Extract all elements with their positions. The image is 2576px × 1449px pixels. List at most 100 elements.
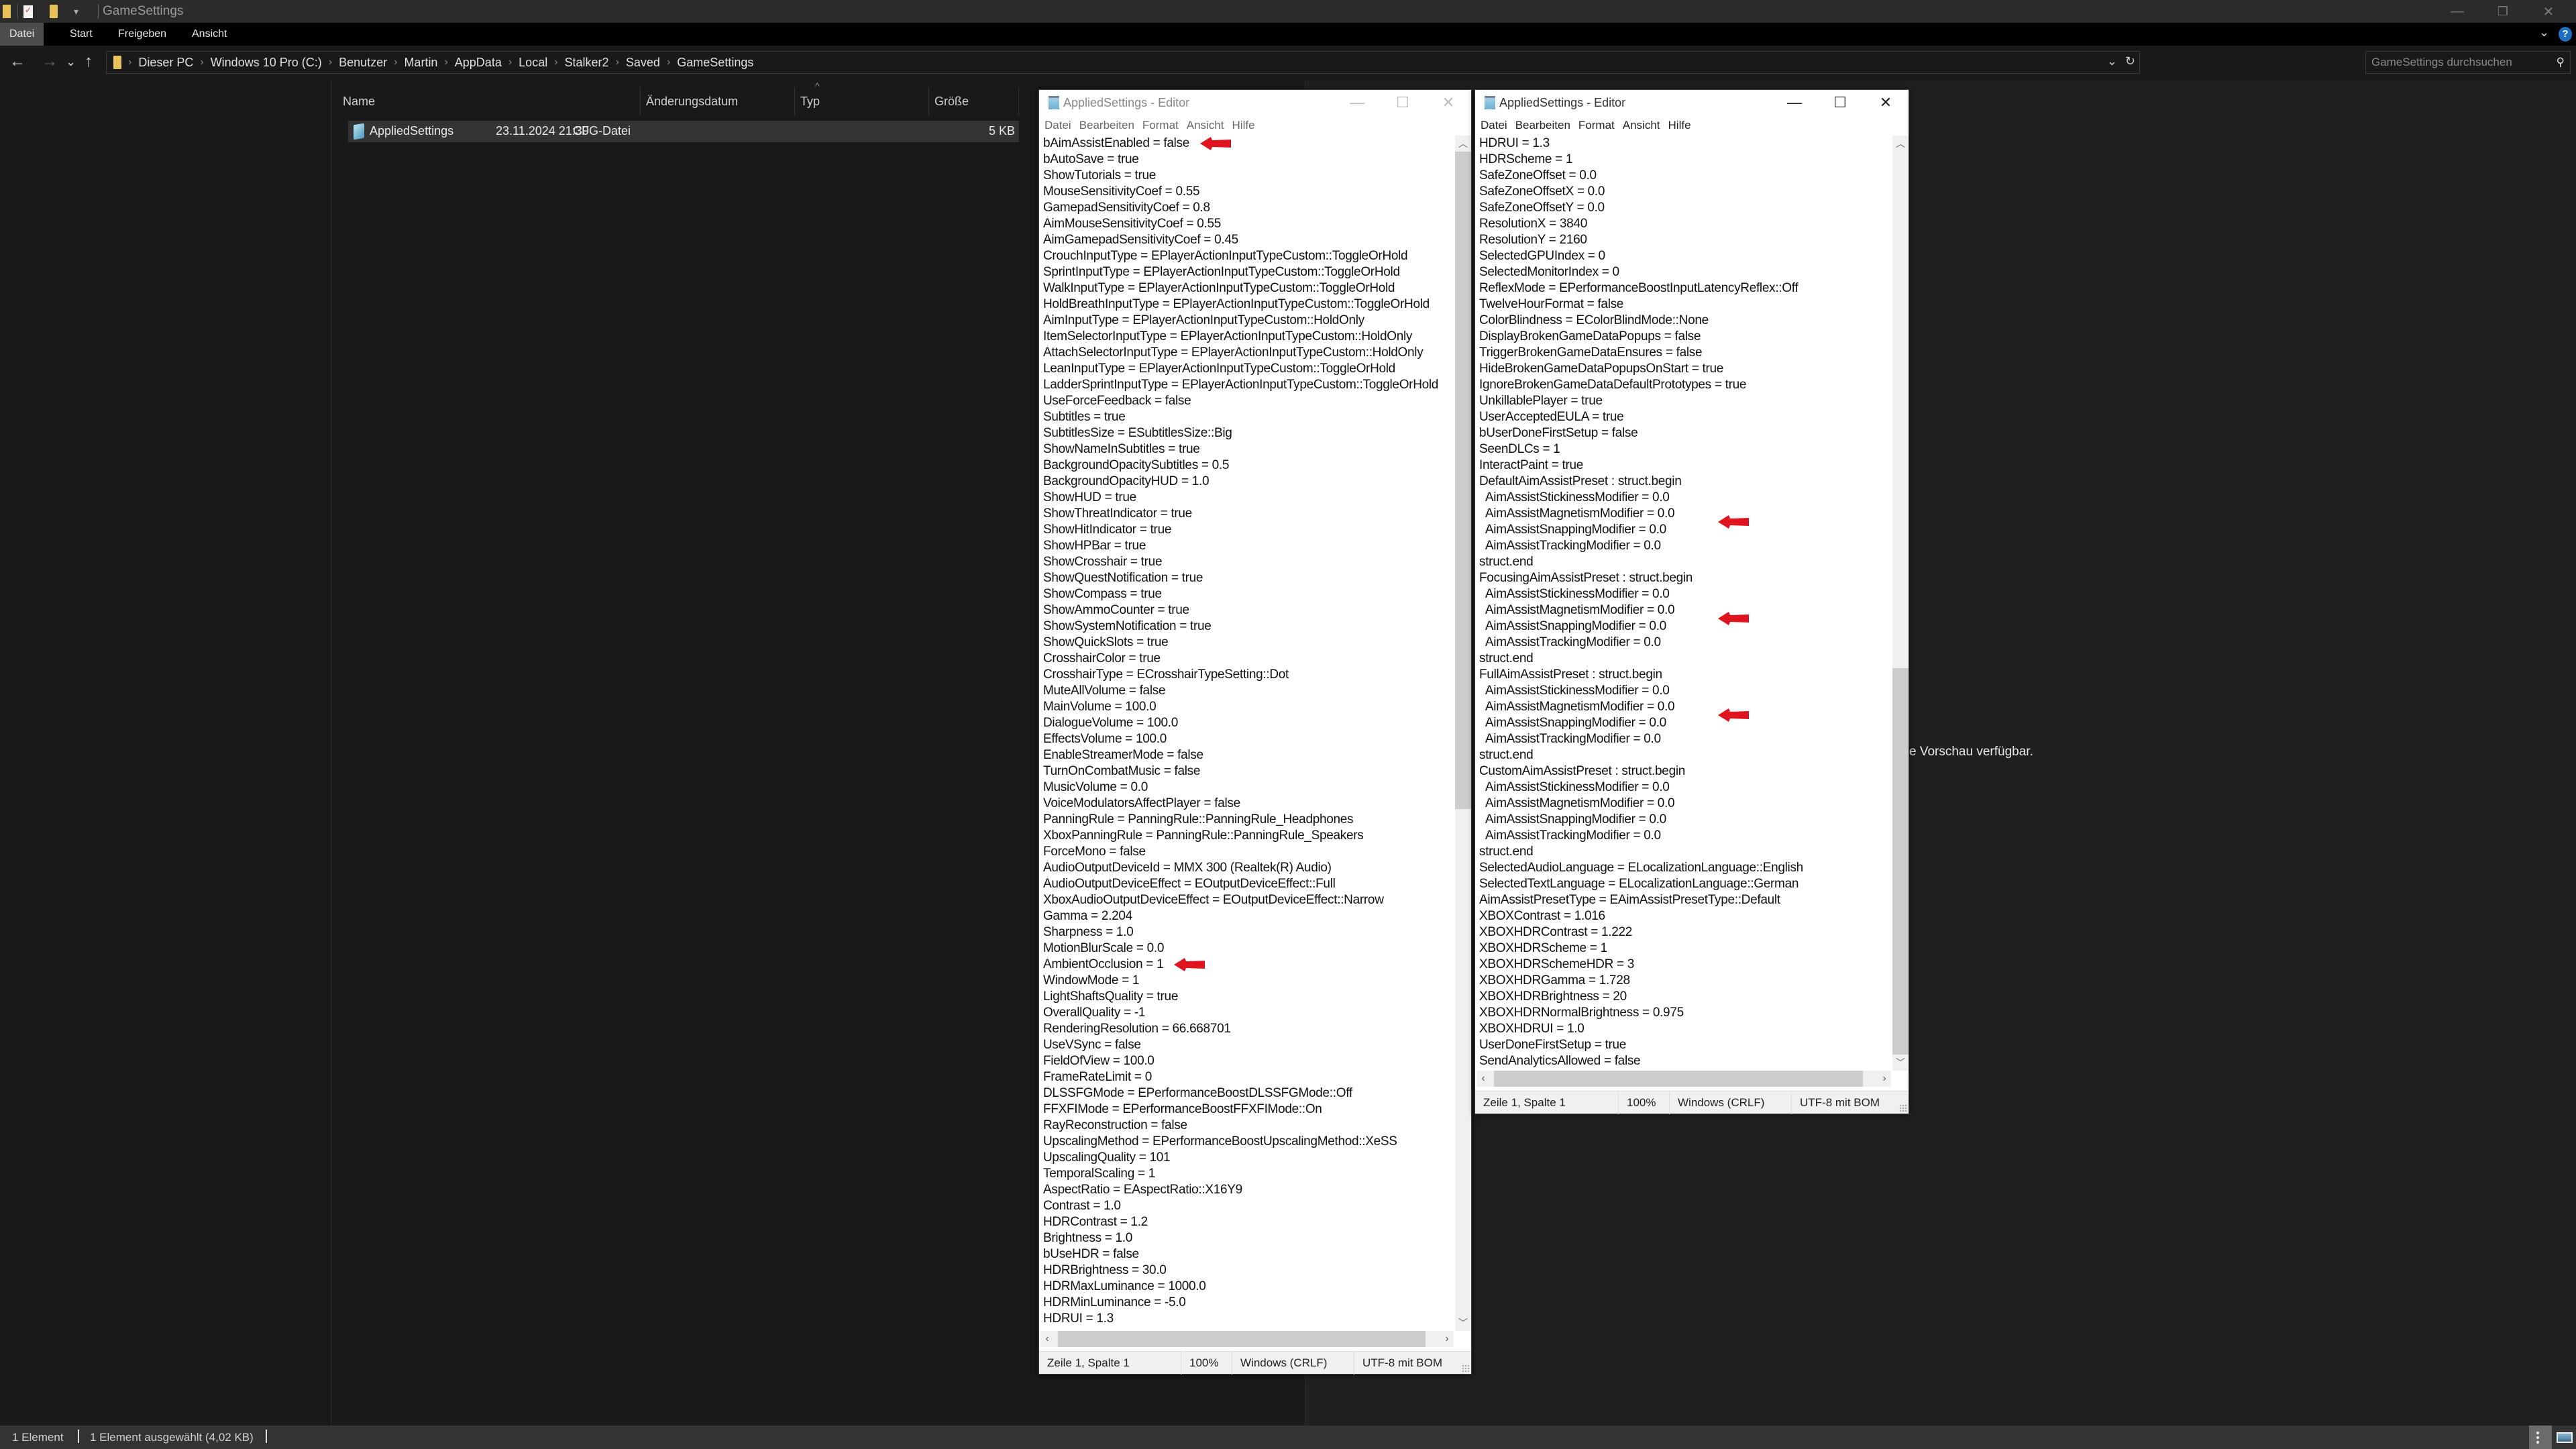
scrollbar-thumb[interactable] bbox=[1058, 1331, 1426, 1347]
menu-datei[interactable]: Datei bbox=[1481, 119, 1507, 132]
menu-datei[interactable]: Datei bbox=[1044, 119, 1071, 132]
resize-grip[interactable] bbox=[1899, 1104, 1907, 1112]
text-line: EnableStreamerMode = false bbox=[1043, 748, 1203, 762]
text-line: AimAssistTrackingModifier = 0.0 bbox=[1479, 635, 1661, 649]
vertical-scrollbar[interactable]: ︿ ﹀ bbox=[1455, 136, 1471, 1331]
tab-datei[interactable]: Datei bbox=[0, 23, 44, 46]
notepad-window-left[interactable]: AppliedSettings - Editor — ☐ ✕ Datei Bea… bbox=[1038, 89, 1472, 1375]
new-folder-icon[interactable] bbox=[50, 4, 58, 19]
text-line: AudioOutputDeviceId = MMX 300 (Realtek(R… bbox=[1043, 861, 1332, 875]
scroll-left-icon[interactable]: ‹ bbox=[1477, 1071, 1490, 1087]
scroll-right-icon[interactable]: › bbox=[1440, 1331, 1454, 1347]
file-row[interactable]: AppliedSettings 23.11.2024 21:30 CFG-Dat… bbox=[348, 121, 1019, 142]
scroll-down-icon[interactable]: ﹀ bbox=[1455, 1315, 1471, 1331]
minimize-button[interactable]: — bbox=[1772, 90, 1817, 115]
column-header-size[interactable]: Größe bbox=[929, 87, 1019, 115]
text-line: AimAssistSnappingModifier = 0.0 bbox=[1479, 523, 1666, 537]
notepad-title-bar[interactable]: AppliedSettings - Editor — ☐ ✕ bbox=[1039, 90, 1471, 115]
breadcrumb-separator: › bbox=[666, 56, 671, 68]
scrollbar-thumb[interactable] bbox=[1892, 668, 1909, 1055]
breadcrumb-item[interactable]: Local bbox=[519, 56, 547, 70]
breadcrumb-item[interactable]: Windows 10 Pro (C:) bbox=[211, 56, 322, 70]
tab-ansicht[interactable]: Ansicht bbox=[182, 23, 236, 46]
navigation-pane[interactable] bbox=[0, 80, 331, 1426]
text-line: XBOXHDRUI = 1.0 bbox=[1479, 1022, 1585, 1036]
expand-ribbon-icon[interactable]: ⌄ bbox=[2539, 25, 2549, 40]
encoding: UTF-8 mit BOM bbox=[1362, 1356, 1442, 1369]
vertical-scrollbar[interactable]: ︿ ﹀ bbox=[1892, 136, 1909, 1071]
maximize-button[interactable]: ☐ bbox=[1380, 90, 1426, 115]
breadcrumb-item[interactable]: Dieser PC bbox=[138, 56, 193, 70]
close-button[interactable]: ✕ bbox=[1426, 90, 1471, 115]
text-line: UseForceFeedback = false bbox=[1043, 394, 1191, 408]
minimize-button[interactable]: — bbox=[1334, 90, 1380, 115]
resize-grip[interactable] bbox=[1462, 1364, 1470, 1373]
details-view-button[interactable] bbox=[2529, 1426, 2552, 1449]
text-line: RayReconstruction = false bbox=[1043, 1118, 1187, 1132]
tab-start[interactable]: Start bbox=[60, 23, 102, 46]
window-title: GameSettings bbox=[98, 4, 183, 19]
address-history-icon[interactable]: ⌄ bbox=[2107, 54, 2117, 68]
up-button[interactable]: ↑ bbox=[85, 52, 93, 71]
breadcrumb-item[interactable]: Saved bbox=[626, 56, 660, 70]
refresh-icon[interactable]: ↻ bbox=[2125, 54, 2135, 68]
menu-format[interactable]: Format bbox=[1142, 119, 1179, 132]
cursor-position: Zeile 1, Spalte 1 bbox=[1475, 1091, 1619, 1114]
breadcrumb-item-current[interactable]: GameSettings bbox=[677, 56, 753, 70]
search-input[interactable]: GameSettings durchsuchen ⚲ bbox=[2365, 51, 2571, 74]
horizontal-scrollbar[interactable]: ‹ › bbox=[1040, 1331, 1454, 1347]
properties-icon[interactable] bbox=[17, 4, 33, 19]
text-line: DisplayBrokenGameDataPopups = false bbox=[1479, 329, 1701, 343]
scrollbar-thumb[interactable] bbox=[1455, 152, 1471, 809]
menu-bearbeiten[interactable]: Bearbeiten bbox=[1079, 119, 1134, 132]
scroll-right-icon[interactable]: › bbox=[1878, 1071, 1891, 1087]
maximize-button[interactable]: ☐ bbox=[1817, 90, 1863, 115]
scroll-up-icon[interactable]: ︿ bbox=[1455, 136, 1471, 152]
menu-ansicht[interactable]: Ansicht bbox=[1623, 119, 1660, 132]
restore-button[interactable]: ❐ bbox=[2485, 0, 2521, 23]
menu-hilfe[interactable]: Hilfe bbox=[1232, 119, 1255, 132]
customize-quick-access-icon[interactable]: ▾ bbox=[74, 4, 78, 19]
menu-format[interactable]: Format bbox=[1578, 119, 1615, 132]
text-line: ShowAmmoCounter = true bbox=[1043, 603, 1189, 617]
recent-locations-icon[interactable]: ⌄ bbox=[66, 55, 76, 69]
text-area[interactable]: bAimAssistEnabled = false bAutoSave = tru… bbox=[1040, 136, 1454, 1331]
address-bar[interactable]: › Dieser PC › Windows 10 Pro (C:) › Benu… bbox=[106, 51, 2140, 74]
scroll-down-icon[interactable]: ﹀ bbox=[1892, 1055, 1909, 1071]
text-line: AimAssistMagnetismModifier = 0.0 bbox=[1479, 700, 1675, 714]
column-header-type[interactable]: Typ bbox=[795, 87, 929, 115]
back-button[interactable]: ← bbox=[9, 52, 25, 71]
notepad-window-right[interactable]: AppliedSettings - Editor — ☐ ✕ Datei Bea… bbox=[1474, 89, 1909, 1114]
close-button[interactable]: ✕ bbox=[1863, 90, 1909, 115]
close-button[interactable]: ✕ bbox=[2530, 0, 2567, 23]
menu-hilfe[interactable]: Hilfe bbox=[1668, 119, 1691, 132]
text-line: HDRUI = 1.3 bbox=[1043, 1311, 1114, 1326]
column-header-name[interactable]: Name bbox=[337, 87, 641, 115]
breadcrumb-item[interactable]: AppData bbox=[455, 56, 502, 70]
menu-ansicht[interactable]: Ansicht bbox=[1187, 119, 1224, 132]
text-line: AimAssistSnappingModifier = 0.0 bbox=[1479, 619, 1666, 633]
notepad-title-bar[interactable]: AppliedSettings - Editor — ☐ ✕ bbox=[1475, 90, 1909, 115]
column-header-date[interactable]: Änderungsdatum bbox=[641, 87, 795, 115]
breadcrumb-item[interactable]: Stalker2 bbox=[565, 56, 609, 70]
scroll-left-icon[interactable]: ‹ bbox=[1040, 1331, 1054, 1347]
status-separator bbox=[266, 1430, 267, 1443]
menu-bearbeiten[interactable]: Bearbeiten bbox=[1515, 119, 1570, 132]
tab-freigeben[interactable]: Freigeben bbox=[109, 23, 176, 46]
cursor-position: Zeile 1, Spalte 1 bbox=[1039, 1352, 1181, 1375]
text-area[interactable]: HDRUI = 1.3 HDRScheme = 1 SafeZoneOffset =… bbox=[1477, 136, 1891, 1071]
forward-button[interactable]: → bbox=[42, 52, 58, 71]
scroll-up-icon[interactable]: ︿ bbox=[1892, 136, 1909, 152]
explorer-status-bar: 1 Element 1 Element ausgewählt (4,02 KB) bbox=[0, 1426, 2576, 1449]
notepad-status-bar: Zeile 1, Spalte 1 100% Windows (CRLF) UT… bbox=[1039, 1351, 1471, 1375]
breadcrumb-item[interactable]: Benutzer bbox=[339, 56, 387, 70]
text-line: UnkillablePlayer = true bbox=[1479, 394, 1603, 408]
scrollbar-thumb[interactable] bbox=[1494, 1071, 1863, 1087]
text-line: AimAssistTrackingModifier = 0.0 bbox=[1479, 539, 1661, 553]
horizontal-scrollbar[interactable]: ‹ › bbox=[1477, 1071, 1891, 1087]
large-icons-view-button[interactable] bbox=[2553, 1426, 2576, 1449]
breadcrumb-item[interactable]: Martin bbox=[404, 56, 437, 70]
minimize-button[interactable]: — bbox=[2439, 0, 2475, 23]
text-line: AimInputType = EPlayerActionInputTypeCus… bbox=[1043, 313, 1364, 327]
help-icon[interactable]: ? bbox=[2559, 27, 2572, 42]
